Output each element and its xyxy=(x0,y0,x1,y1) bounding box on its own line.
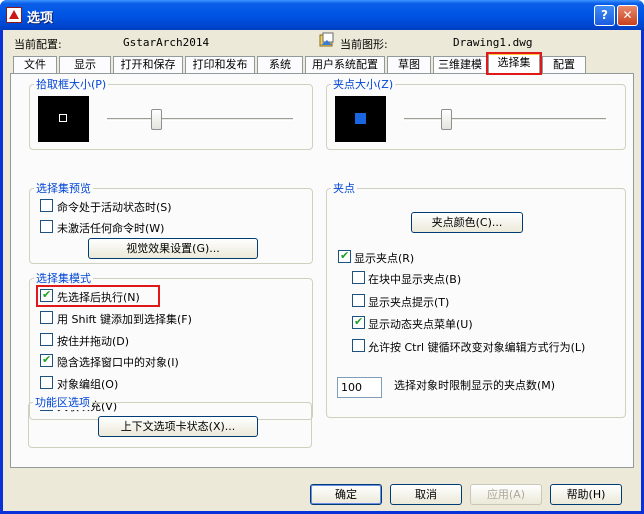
cancel-button[interactable]: 取消 xyxy=(390,484,462,505)
tab-3d-modeling[interactable]: 三维建模 xyxy=(433,56,487,73)
app-icon xyxy=(6,7,22,23)
drawing-value: Drawing1.dwg xyxy=(453,36,533,49)
profile-value: GstarArch2014 xyxy=(123,36,210,49)
pickbox-preview xyxy=(38,96,89,142)
contextual-tab-states-button[interactable]: 上下文选项卡状态(X)... xyxy=(98,416,258,437)
grip-tips-checkbox[interactable] xyxy=(352,294,365,307)
help-button[interactable]: 帮助(H) xyxy=(550,484,622,505)
show-grips-checkbox[interactable] xyxy=(338,249,351,263)
press-drag-label: 按住并拖动(D) xyxy=(57,335,130,348)
object-grouping-checkbox[interactable] xyxy=(40,376,53,389)
grip-size-slider-track[interactable] xyxy=(404,118,606,121)
grip-size-title: 夹点大小(Z) xyxy=(331,76,396,92)
tab-drafting[interactable]: 草图 xyxy=(387,56,431,73)
close-icon[interactable]: ✕ xyxy=(617,5,638,26)
pickbox-slider-thumb[interactable] xyxy=(151,109,162,130)
show-grips-label: 显示夹点(R) xyxy=(354,252,415,265)
help-icon[interactable]: ? xyxy=(594,5,615,26)
grip-limit-label: 选择对象时限制显示的夹点数(M) xyxy=(394,379,556,392)
grip-size-slider-thumb[interactable] xyxy=(441,109,452,130)
implied-window-label: 隐含选择窗口中的对象(I) xyxy=(57,356,179,369)
dialog-body: 当前配置: GstarArch2014 当前图形: Drawing1.dwg 文… xyxy=(3,30,641,511)
tab-highlight-box xyxy=(486,52,542,75)
window-title: 选项 xyxy=(27,11,54,26)
drawing-label: 当前图形: xyxy=(340,38,388,51)
ribbon-options-caption: 功能区选项 xyxy=(33,394,92,410)
selection-preview-title: 选择集预览 xyxy=(34,180,93,196)
grip-limit-input[interactable]: 100 xyxy=(337,377,382,398)
ok-button[interactable]: 确定 xyxy=(310,484,382,505)
press-drag-checkbox[interactable] xyxy=(40,333,53,346)
grip-marker xyxy=(355,113,366,124)
options-dialog: 选项 ? ✕ 当前配置: GstarArch2014 当前图形: Drawing… xyxy=(0,0,644,514)
tab-profiles[interactable]: 配置 xyxy=(542,56,586,73)
pickbox-slider-track[interactable] xyxy=(107,118,293,121)
title-bar[interactable]: 选项 ? ✕ xyxy=(0,0,644,30)
shift-add-label: 用 Shift 键添加到选择集(F) xyxy=(57,313,192,326)
grip-colors-button[interactable]: 夹点颜色(C)... xyxy=(411,212,523,233)
noun-verb-highlight-box xyxy=(36,285,160,307)
ctrl-cycling-label: 允许按 Ctrl 键循环改变对象编辑方式行为(L) xyxy=(368,341,586,354)
tab-system[interactable]: 系统 xyxy=(257,56,303,73)
grips-in-blocks-label: 在块中显示夹点(B) xyxy=(368,273,462,286)
tab-open-save[interactable]: 打开和保存 xyxy=(113,56,183,73)
pickbox-marker xyxy=(59,114,67,122)
grips-in-blocks-checkbox[interactable] xyxy=(352,271,365,284)
shift-add-checkbox[interactable] xyxy=(40,311,53,324)
dynamic-grip-menu-checkbox[interactable] xyxy=(352,315,365,329)
apply-button[interactable]: 应用(A) xyxy=(470,484,542,505)
object-grouping-label: 对象编组(O) xyxy=(57,378,119,391)
tab-display[interactable]: 显示 xyxy=(59,56,111,73)
dynamic-grip-menu-label: 显示动态夹点菜单(U) xyxy=(368,318,473,331)
profile-label: 当前配置: xyxy=(14,38,62,51)
visual-effects-button[interactable]: 视觉效果设置(G)... xyxy=(88,238,258,259)
preview-active-checkbox[interactable] xyxy=(40,199,53,212)
pickbox-size-title: 拾取框大小(P) xyxy=(34,76,109,92)
tab-user-preferences[interactable]: 用户系统配置 xyxy=(305,56,385,73)
preview-inactive-checkbox[interactable] xyxy=(40,220,53,233)
tab-files[interactable]: 文件 xyxy=(13,56,57,73)
grips-title: 夹点 xyxy=(331,180,357,196)
preview-inactive-label: 未激活任何命令时(W) xyxy=(57,222,165,235)
tab-plot-publish[interactable]: 打印和发布 xyxy=(185,56,255,73)
ctrl-cycling-checkbox[interactable] xyxy=(352,339,365,352)
preview-active-label: 命令处于活动状态时(S) xyxy=(57,201,172,214)
grip-size-preview xyxy=(335,96,386,142)
implied-window-checkbox[interactable] xyxy=(40,353,53,367)
grip-tips-label: 显示夹点提示(T) xyxy=(368,296,450,309)
drawing-icon xyxy=(319,32,337,48)
selection-modes-title: 选择集模式 xyxy=(34,270,93,286)
